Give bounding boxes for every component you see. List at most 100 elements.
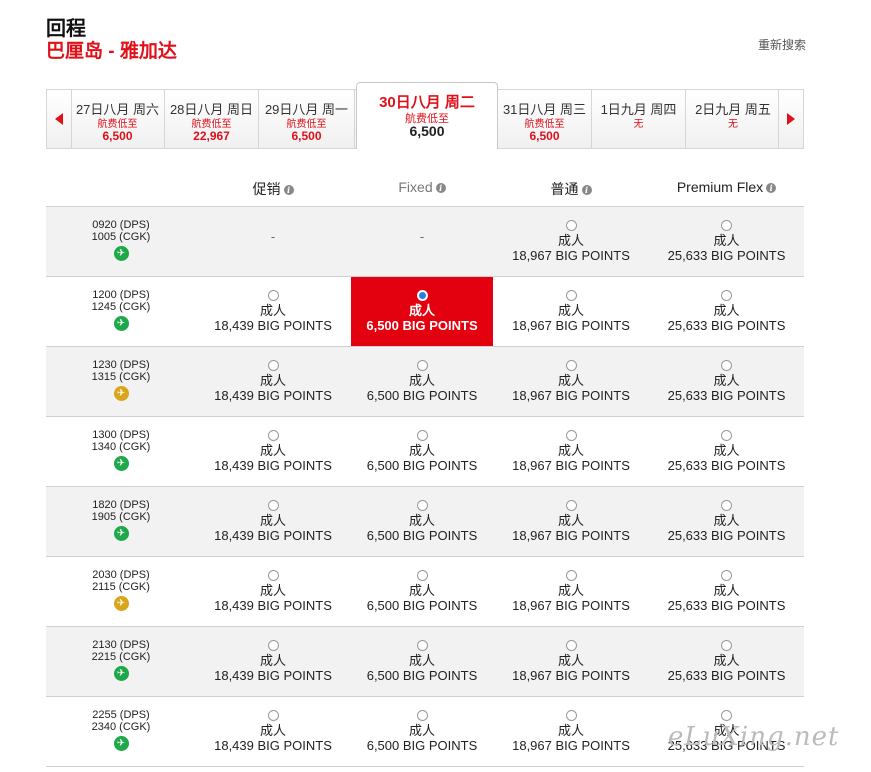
fare-radio[interactable] [721, 710, 732, 721]
airplane-icon[interactable]: ✈ [113, 246, 129, 261]
fare-radio[interactable] [416, 640, 428, 651]
fare-cell[interactable]: 成人 25,633 BIG POINTS [649, 207, 804, 276]
arrival-time: 1905 (CGK) [91, 511, 151, 523]
flight-times: 2255 (DPS) 2340 (CGK) ✈ [46, 709, 196, 751]
fare-radio[interactable] [267, 570, 279, 581]
date-tab-6[interactable]: 2日九月 周五 无 [686, 90, 780, 148]
fare-cell[interactable]: 成人 18,439 BIG POINTS [196, 417, 350, 486]
fare-radio[interactable] [721, 360, 732, 371]
fare-cell[interactable]: 成人 25,633 BIG POINTS [649, 557, 804, 626]
departure-time: 1300 (DPS) [92, 429, 150, 441]
fare-cell[interactable]: 成人 6,500 BIG POINTS [351, 347, 493, 416]
fare-cell[interactable]: 成人 6,500 BIG POINTS [351, 627, 493, 696]
fare-radio[interactable] [721, 570, 732, 581]
fare-radio[interactable] [565, 360, 577, 371]
passenger-type: 成人 [557, 303, 584, 318]
fare-cell[interactable]: 成人 25,633 BIG POINTS [649, 347, 804, 416]
fare-cell[interactable]: 成人 6,500 BIG POINTS [351, 697, 493, 766]
fare-cell[interactable]: 成人 18,967 BIG POINTS [494, 207, 648, 276]
fare-points: 6,500 BIG POINTS [366, 318, 478, 333]
date-tab-selected[interactable]: 30日八月 周二 航费低至 6,500 [356, 82, 498, 149]
departure-time: 2130 (DPS) [92, 639, 150, 651]
date-tab-0[interactable]: 27日八月 周六 航费低至 6,500 [71, 90, 165, 148]
fare-points: 18,439 BIG POINTS [214, 458, 332, 473]
fare-radio[interactable] [416, 710, 428, 721]
arrival-time: 1340 (CGK) [91, 441, 151, 453]
fare-cell[interactable]: 成人 18,967 BIG POINTS [494, 487, 648, 556]
fare-radio[interactable] [267, 710, 279, 721]
col-header-premium-flex: Premium Flex i [649, 179, 804, 195]
airplane-icon[interactable]: ✈ [113, 316, 129, 331]
fare-cell[interactable]: 成人 18,967 BIG POINTS [494, 277, 648, 346]
col-header-fixed: Fixed i [351, 179, 493, 195]
fare-cell[interactable]: 成人 18,439 BIG POINTS [196, 627, 350, 696]
info-icon[interactable]: i [435, 183, 446, 193]
airplane-icon[interactable]: ✈ [113, 736, 129, 751]
fare-radio[interactable] [721, 220, 732, 231]
fare-radio[interactable] [721, 290, 732, 301]
fare-cell[interactable]: 成人 25,633 BIG POINTS [649, 627, 804, 696]
fare-radio[interactable] [416, 500, 428, 511]
airplane-icon[interactable]: ✈ [113, 526, 129, 541]
passenger-type: 成人 [557, 373, 584, 388]
airplane-icon[interactable]: ✈ [113, 386, 129, 401]
date-tab-4[interactable]: 31日八月 周三 航费低至 6,500 [498, 90, 592, 148]
fare-radio[interactable] [565, 290, 577, 301]
fare-radio[interactable] [416, 360, 428, 371]
arrival-time: 2215 (CGK) [91, 651, 151, 663]
fare-radio[interactable] [565, 570, 577, 581]
fare-cell[interactable]: 成人 25,633 BIG POINTS [649, 417, 804, 486]
fare-radio[interactable] [267, 290, 279, 301]
fare-radio[interactable] [565, 500, 577, 511]
fare-cell[interactable]: 成人 18,439 BIG POINTS [196, 487, 350, 556]
date-tab-1[interactable]: 28日八月 周日 航费低至 22,967 [165, 90, 259, 148]
prev-date-button[interactable] [47, 90, 72, 148]
fare-cell[interactable]: 成人 18,967 BIG POINTS [494, 697, 648, 766]
fare-radio[interactable] [416, 430, 428, 441]
info-icon[interactable]: i [766, 183, 777, 193]
fare-cell[interactable]: 成人 25,633 BIG POINTS [649, 277, 804, 346]
passenger-type: 成人 [259, 583, 286, 598]
fare-radio[interactable] [416, 570, 428, 581]
fare-radio[interactable] [565, 710, 577, 721]
airplane-icon[interactable]: ✈ [113, 666, 129, 681]
fare-cell[interactable]: 成人 18,439 BIG POINTS [196, 697, 350, 766]
airplane-icon[interactable]: ✈ [113, 456, 129, 471]
fare-cell[interactable]: 成人 6,500 BIG POINTS [351, 277, 493, 346]
fare-cell[interactable]: 成人 18,967 BIG POINTS [494, 417, 648, 486]
fare-radio[interactable] [721, 500, 732, 511]
fare-cell[interactable]: 成人 6,500 BIG POINTS [351, 417, 493, 486]
date-tab-5[interactable]: 1日九月 周四 无 [592, 90, 686, 148]
passenger-type: 成人 [557, 513, 584, 528]
flight-row: 1300 (DPS) 1340 (CGK) ✈ 成人 18,439 BIG POINTS… [46, 416, 804, 486]
fare-radio[interactable] [565, 640, 577, 651]
fare-radio[interactable] [721, 430, 732, 441]
info-icon[interactable]: i [581, 185, 592, 195]
fare-radio[interactable] [416, 290, 428, 301]
date-tab-2[interactable]: 29日八月 周一 航费低至 6,500 [259, 90, 355, 148]
fare-cell[interactable]: 成人 25,633 BIG POINTS [649, 487, 804, 556]
fare-cell[interactable]: 成人 18,439 BIG POINTS [196, 347, 350, 416]
fare-radio[interactable] [267, 640, 279, 651]
next-date-button[interactable] [778, 90, 803, 148]
info-icon[interactable]: i [283, 185, 294, 195]
flight-times: 1230 (DPS) 1315 (CGK) ✈ [46, 359, 196, 401]
research-link[interactable]: 重新搜索 [758, 36, 806, 53]
fare-cell[interactable]: 成人 6,500 BIG POINTS [351, 487, 493, 556]
fare-cell: - [351, 207, 493, 276]
fare-cell[interactable]: 成人 18,439 BIG POINTS [196, 277, 350, 346]
fare-cell[interactable]: 成人 18,967 BIG POINTS [494, 627, 648, 696]
fare-cell[interactable]: 成人 6,500 BIG POINTS [351, 557, 493, 626]
fare-price: 22,967 [193, 129, 230, 143]
fare-cell[interactable]: 成人 18,967 BIG POINTS [494, 347, 648, 416]
fare-radio[interactable] [565, 220, 577, 231]
airplane-icon[interactable]: ✈ [113, 596, 129, 611]
fare-radio[interactable] [721, 640, 732, 651]
fare-radio[interactable] [565, 430, 577, 441]
fare-cell[interactable]: 成人 18,967 BIG POINTS [494, 557, 648, 626]
fare-points: 18,439 BIG POINTS [214, 668, 332, 683]
fare-radio[interactable] [267, 360, 279, 371]
fare-radio[interactable] [267, 430, 279, 441]
fare-radio[interactable] [267, 500, 279, 511]
fare-cell[interactable]: 成人 18,439 BIG POINTS [196, 557, 350, 626]
